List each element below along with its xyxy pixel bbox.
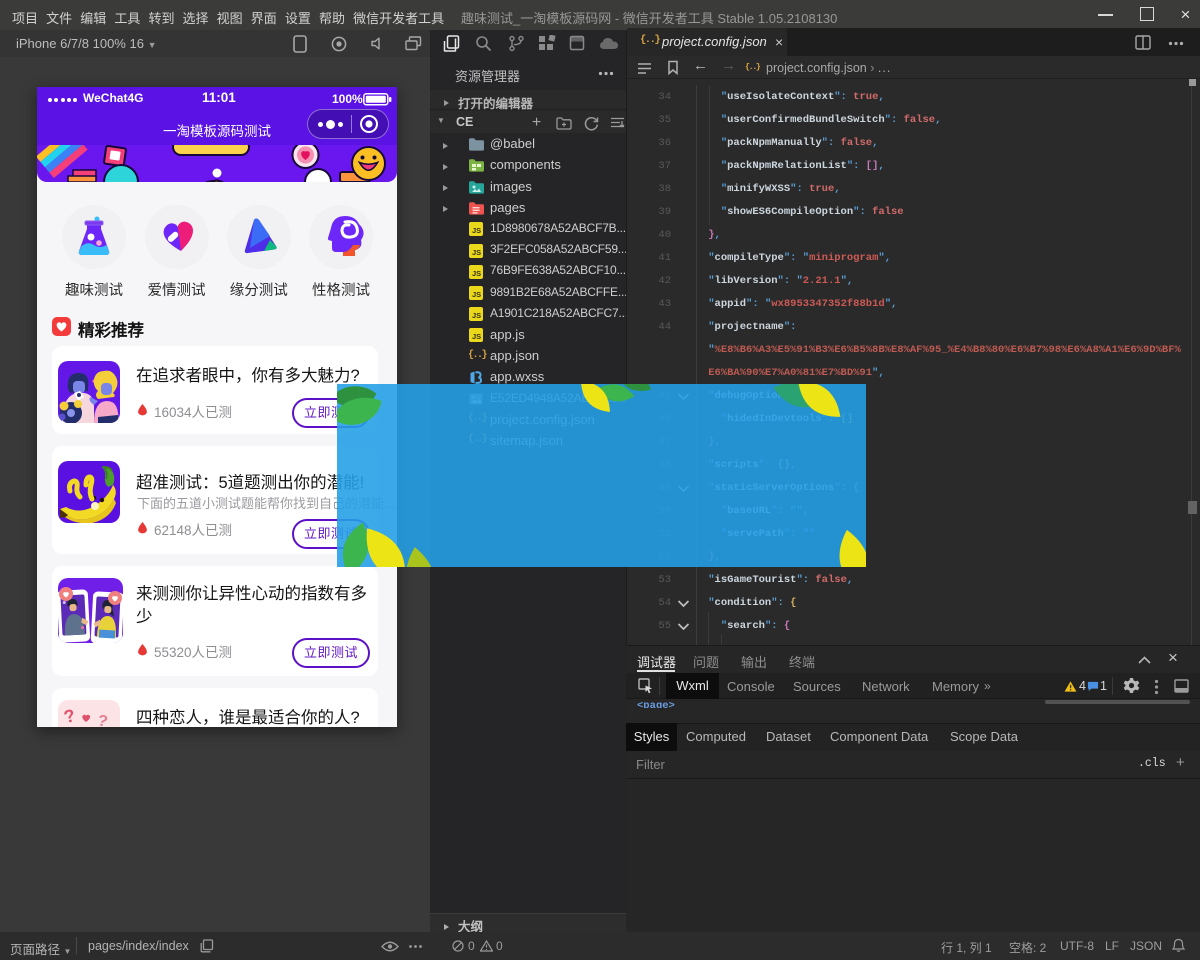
svg-text:JS: JS [472,226,481,235]
svg-text:JS: JS [472,248,481,257]
svg-text:?: ? [62,705,78,727]
svg-text:?: ? [96,712,109,727]
svg-text:JS: JS [472,269,481,278]
svg-text:JS: JS [472,290,481,299]
svg-text:JS: JS [472,332,481,341]
svg-text:JS: JS [472,311,481,320]
